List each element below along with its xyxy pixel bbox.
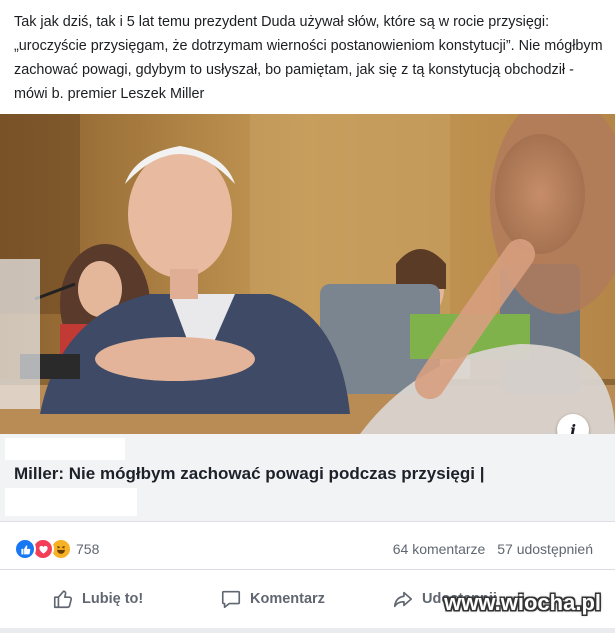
share-arrow-icon (393, 591, 413, 608)
link-title[interactable]: Miller: Nie mógłbym zachować powagi podc… (14, 464, 484, 484)
post-text: Tak jak dziś, tak i 5 lat temu prezydent… (14, 14, 603, 102)
watermark-logo: www.wiocha.pl (444, 590, 601, 615)
photo-illustration (0, 114, 615, 434)
reaction-count: 758 (76, 541, 100, 557)
thumbs-up-icon (53, 590, 73, 609)
comment-icon (221, 590, 241, 609)
comments-count[interactable]: 64 komentarze (393, 541, 486, 557)
post-stats: 758 64 komentarze 57 udostępnień (0, 526, 615, 570)
link-description-blank (5, 488, 137, 516)
reactions-summary[interactable]: 758 (14, 538, 99, 560)
post-image[interactable] (0, 114, 615, 434)
link-preview[interactable]: Miller: Nie mógłbym zachować powagi podc… (0, 434, 615, 522)
engagement-counts: 64 komentarze 57 udostępnień (393, 541, 593, 557)
comment-label: Komentarz (250, 591, 325, 607)
like-button[interactable]: Lubię to! (52, 588, 143, 610)
like-icon (14, 538, 36, 560)
bottom-divider (0, 628, 615, 633)
shares-count[interactable]: 57 udostępnień (497, 541, 593, 557)
link-source-blank (5, 438, 125, 460)
like-label: Lubię to! (82, 591, 144, 607)
comment-button[interactable]: Komentarz (220, 588, 325, 610)
